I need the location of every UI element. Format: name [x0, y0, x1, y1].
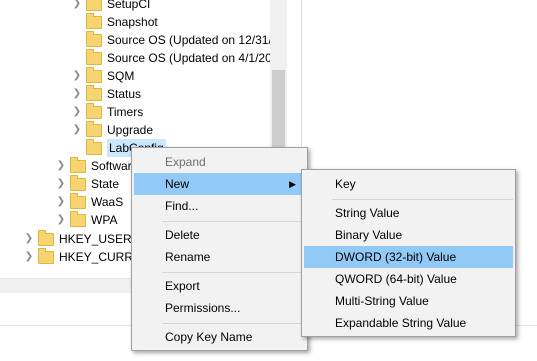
folder-icon [70, 174, 86, 191]
chevron-right-icon[interactable]: ❯ [72, 67, 82, 85]
folder-icon [86, 12, 102, 29]
menu-item-string-value[interactable]: String Value [304, 202, 513, 224]
tree-item-hkey-users[interactable]: ❯ HKEY_USERS [24, 229, 140, 248]
folder-icon [86, 102, 102, 119]
tree-item-waas[interactable]: ❯ WaaS [56, 192, 124, 211]
menu-item-new-key[interactable]: Key [304, 173, 513, 195]
folder-icon [86, 66, 102, 83]
context-menu: Expand New ▶ Find... Delete Rename Expor… [131, 147, 308, 351]
menu-separator [162, 221, 305, 222]
chevron-right-icon[interactable]: ❯ [56, 157, 66, 175]
tree-item-state[interactable]: ❯ State [56, 174, 120, 193]
folder-icon [70, 192, 86, 209]
chevron-right-icon[interactable]: ❯ [24, 230, 34, 248]
chevron-right-icon[interactable]: ❯ [56, 175, 66, 193]
tree-item-sqm[interactable]: ❯ SQM [72, 66, 135, 85]
menu-item-rename[interactable]: Rename [134, 246, 305, 268]
folder-icon [86, 0, 102, 11]
chevron-right-icon[interactable]: ❯ [24, 248, 34, 266]
chevron-right-icon[interactable]: ❯ [72, 121, 82, 139]
tree-item-label: Source OS (Updated on 4/1/202 [107, 51, 279, 65]
tree-item-label: Status [107, 87, 142, 101]
menu-item-permissions[interactable]: Permissions... [134, 297, 305, 319]
menu-item-multi-string-value[interactable]: Multi-String Value [304, 290, 513, 312]
chevron-right-icon[interactable]: ❯ [72, 0, 82, 13]
tree-item-label: Snapshot [107, 15, 158, 29]
menu-item-expand[interactable]: Expand [134, 151, 305, 173]
chevron-right-icon[interactable]: ❯ [56, 193, 66, 211]
folder-icon [70, 210, 86, 227]
menu-separator [162, 323, 305, 324]
menu-separator [332, 199, 513, 200]
tree-item-label: Source OS (Updated on 12/31/2 [107, 33, 279, 47]
tree-item-status[interactable]: ❯ Status [72, 84, 142, 103]
menu-item-label: New [165, 177, 190, 191]
tree-item-source-os-1[interactable]: Source OS (Updated on 12/31/2 [72, 30, 279, 49]
chevron-right-icon[interactable]: ❯ [72, 85, 82, 103]
new-submenu: Key String Value Binary Value DWORD (32-… [301, 169, 516, 337]
chevron-right-icon[interactable]: ❯ [72, 103, 82, 121]
tree-item-label: SQM [107, 69, 135, 83]
folder-icon [86, 30, 102, 47]
folder-icon [38, 229, 54, 246]
menu-item-binary-value[interactable]: Binary Value [304, 224, 513, 246]
tree-item-setupci[interactable]: ❯ SetupCI [72, 0, 150, 13]
menu-item-export[interactable]: Export [134, 275, 305, 297]
tree-item-wpa[interactable]: ❯ WPA [56, 210, 118, 229]
menu-item-find[interactable]: Find... [134, 195, 305, 217]
menu-item-new[interactable]: New ▶ [134, 173, 305, 195]
chevron-right-icon: ▶ [289, 179, 296, 189]
menu-item-copy-key-name[interactable]: Copy Key Name [134, 326, 305, 348]
menu-item-qword-value[interactable]: QWORD (64-bit) Value [304, 268, 513, 290]
tree-item-upgrade[interactable]: ❯ Upgrade [72, 120, 154, 139]
menu-item-delete[interactable]: Delete [134, 224, 305, 246]
menu-item-dword-value[interactable]: DWORD (32-bit) Value [304, 246, 513, 268]
folder-icon [70, 156, 86, 173]
tree-item-software[interactable]: ❯ Software [56, 156, 138, 175]
folder-icon [86, 120, 102, 137]
folder-icon [86, 138, 102, 155]
menu-item-expandable-string-value[interactable]: Expandable String Value [304, 312, 513, 334]
tree-item-label: Timers [107, 105, 144, 119]
folder-icon [86, 84, 102, 101]
tree-item-label: HKEY_USERS [59, 232, 140, 246]
tree-item-label: WaaS [91, 195, 124, 209]
menu-separator [162, 272, 305, 273]
tree-item-timers[interactable]: ❯ Timers [72, 102, 144, 121]
tree-item-label: State [91, 177, 120, 191]
folder-icon [86, 48, 102, 65]
tree-item-label: WPA [91, 213, 118, 227]
tree-item-label: Upgrade [107, 123, 154, 137]
chevron-right-icon[interactable]: ❯ [56, 211, 66, 229]
folder-icon [38, 247, 54, 264]
tree-item-snapshot[interactable]: Snapshot [72, 12, 158, 31]
tree-item-label: SetupCI [107, 0, 151, 11]
tree-item-source-os-2[interactable]: Source OS (Updated on 4/1/202 [72, 48, 279, 67]
